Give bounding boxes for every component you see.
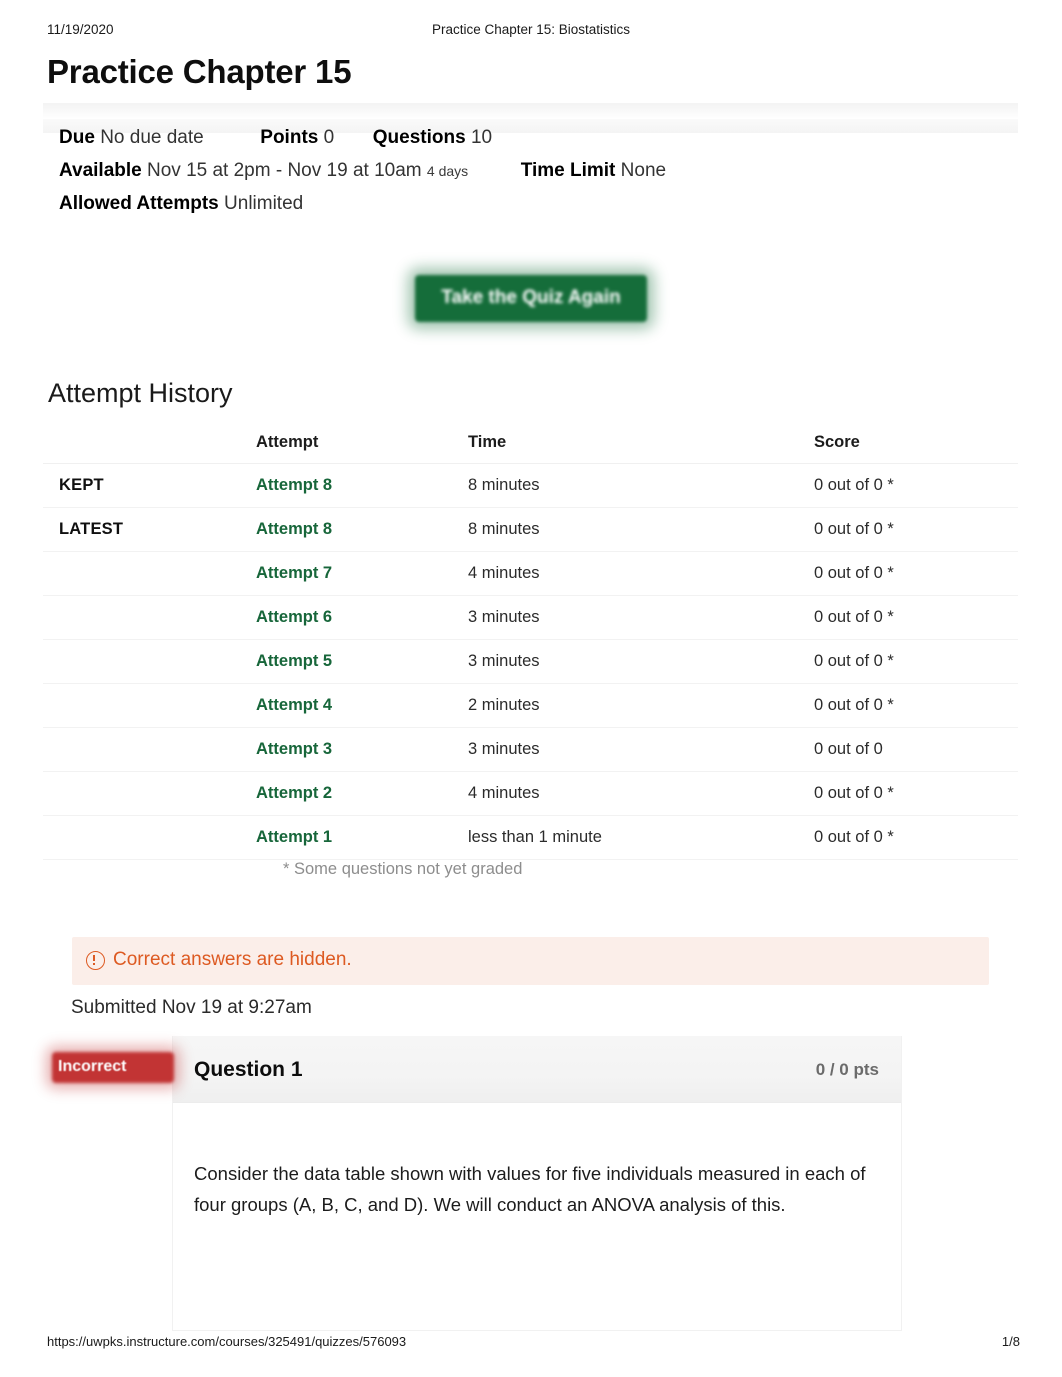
attempt-time: less than 1 minute xyxy=(468,828,602,846)
table-row: Attempt 2 4 minutes 0 out of 0 * xyxy=(43,771,1018,816)
attempt-marker: KEPT xyxy=(59,476,104,494)
attempt-time: 3 minutes xyxy=(468,608,540,626)
attempt-time: 8 minutes xyxy=(468,520,540,538)
questions-field: Questions 10 xyxy=(373,128,492,147)
points-value: 0 xyxy=(323,127,335,148)
due-value: No due date xyxy=(100,127,204,148)
allowed-attempts-label: Allowed Attempts xyxy=(59,193,219,214)
quiz-details-row-1: Due No due date Points 0 Questions 10 xyxy=(59,128,492,147)
attempt-score: 0 out of 0 * xyxy=(814,784,894,802)
attempt-marker: LATEST xyxy=(59,520,124,538)
table-row: Attempt 5 3 minutes 0 out of 0 * xyxy=(43,639,1018,684)
attempt-time: 4 minutes xyxy=(468,784,540,802)
allowed-attempts-field: Allowed Attempts Unlimited xyxy=(59,194,303,213)
questions-value: 10 xyxy=(470,127,493,148)
attempt-score: 0 out of 0 * xyxy=(814,608,894,626)
attempt-time: 3 minutes xyxy=(468,652,540,670)
print-page-number: 1/8 xyxy=(1001,1334,1020,1349)
question-title: Question 1 xyxy=(194,1058,303,1081)
table-row: KEPT Attempt 8 8 minutes 0 out of 0 * xyxy=(43,463,1018,508)
time-limit-value: None xyxy=(620,160,667,181)
attempt-link[interactable]: Attempt 3 xyxy=(256,740,332,758)
attempt-score: 0 out of 0 * xyxy=(814,476,894,494)
due-field: Due No due date xyxy=(59,128,204,147)
question-card: Question 1 0 / 0 pts Consider the data t… xyxy=(172,1036,902,1331)
take-quiz-button-container: Take the Quiz Again xyxy=(0,275,1062,322)
column-header-attempt: Attempt xyxy=(256,430,468,464)
take-quiz-again-button[interactable]: Take the Quiz Again xyxy=(415,275,647,322)
points-label: Points xyxy=(260,127,319,148)
attempt-link[interactable]: Attempt 8 xyxy=(256,476,332,494)
allowed-attempts-value: Unlimited xyxy=(224,193,304,214)
question-points: 0 / 0 pts xyxy=(815,1060,879,1079)
attempt-history-table: Attempt Time Score KEPT Attempt 8 8 minu… xyxy=(43,430,1018,860)
status-badge-label: Incorrect xyxy=(58,1058,127,1075)
quiz-details-row-3: Allowed Attempts Unlimited xyxy=(59,194,303,213)
attempt-link[interactable]: Attempt 5 xyxy=(256,652,332,670)
attempt-link[interactable]: Attempt 2 xyxy=(256,784,332,802)
alert-message: Correct answers are hidden. xyxy=(113,949,352,970)
available-duration: 4 days xyxy=(426,163,469,179)
quiz-details-box: Due No due date Points 0 Questions 10 Av… xyxy=(43,103,1018,213)
column-header-time: Time xyxy=(468,430,814,464)
ungraded-footnote: * Some questions not yet graded xyxy=(283,860,523,878)
page-title: Practice Chapter 15 xyxy=(47,53,352,90)
attempt-score: 0 out of 0 * xyxy=(814,520,894,538)
attempt-time: 4 minutes xyxy=(468,564,540,582)
available-value: Nov 15 at 2pm - Nov 19 at 10am xyxy=(147,160,422,181)
attempt-history-heading: Attempt History xyxy=(48,378,233,408)
time-limit-label: Time Limit xyxy=(520,160,616,181)
correct-answers-hidden-alert: Correct answers are hidden. xyxy=(72,937,989,985)
attempt-time: 8 minutes xyxy=(468,476,540,494)
attempt-link[interactable]: Attempt 7 xyxy=(256,564,332,582)
time-limit-field: Time Limit None xyxy=(521,161,666,180)
attempt-score: 0 out of 0 * xyxy=(814,696,894,714)
attempt-link[interactable]: Attempt 4 xyxy=(256,696,332,714)
due-label: Due xyxy=(59,127,95,148)
available-field: Available Nov 15 at 2pm - Nov 19 at 10am… xyxy=(59,161,468,181)
table-row: LATEST Attempt 8 8 minutes 0 out of 0 * xyxy=(43,507,1018,552)
attempt-history-body: KEPT Attempt 8 8 minutes 0 out of 0 * LA… xyxy=(43,463,1018,860)
table-row: Attempt 3 3 minutes 0 out of 0 xyxy=(43,727,1018,772)
quiz-details-row-2: Available Nov 15 at 2pm - Nov 19 at 10am… xyxy=(59,161,666,181)
questions-label: Questions xyxy=(372,127,466,148)
print-document-title: Practice Chapter 15: Biostatistics xyxy=(431,22,631,37)
attempt-time: 2 minutes xyxy=(468,696,540,714)
attempt-history-head: Attempt Time Score xyxy=(43,430,1018,464)
question-header: Question 1 0 / 0 pts xyxy=(173,1036,901,1103)
table-row: Attempt 1 less than 1 minute 0 out of 0 … xyxy=(43,815,1018,860)
print-header: 11/19/2020 Practice Chapter 15: Biostati… xyxy=(0,22,1062,40)
attempt-link[interactable]: Attempt 6 xyxy=(256,608,332,626)
column-header-score: Score xyxy=(814,430,1018,464)
table-row: Attempt 7 4 minutes 0 out of 0 * xyxy=(43,551,1018,596)
attempt-link[interactable]: Attempt 1 xyxy=(256,828,332,846)
submitted-timestamp: Submitted Nov 19 at 9:27am xyxy=(71,997,312,1018)
alert-content: Correct answers are hidden. xyxy=(86,949,352,971)
print-footer: https://uwpks.instructure.com/courses/32… xyxy=(0,1334,1062,1352)
table-row: Attempt 6 3 minutes 0 out of 0 * xyxy=(43,595,1018,640)
attempt-score: 0 out of 0 xyxy=(814,740,883,758)
points-field: Points 0 xyxy=(260,128,334,147)
attempt-score: 0 out of 0 * xyxy=(814,564,894,582)
print-source-url: https://uwpks.instructure.com/courses/32… xyxy=(47,1334,407,1349)
column-header-marker xyxy=(43,430,256,464)
attempt-time: 3 minutes xyxy=(468,740,540,758)
attempt-score: 0 out of 0 * xyxy=(814,652,894,670)
available-label: Available xyxy=(59,160,142,181)
attempt-link[interactable]: Attempt 8 xyxy=(256,520,332,538)
attempt-score: 0 out of 0 * xyxy=(814,828,894,846)
question-text: Consider the data table shown with value… xyxy=(194,1163,866,1215)
table-row: Attempt 4 2 minutes 0 out of 0 * xyxy=(43,683,1018,728)
table-header-row: Attempt Time Score xyxy=(43,430,1018,464)
exclamation-circle-icon xyxy=(86,950,105,970)
